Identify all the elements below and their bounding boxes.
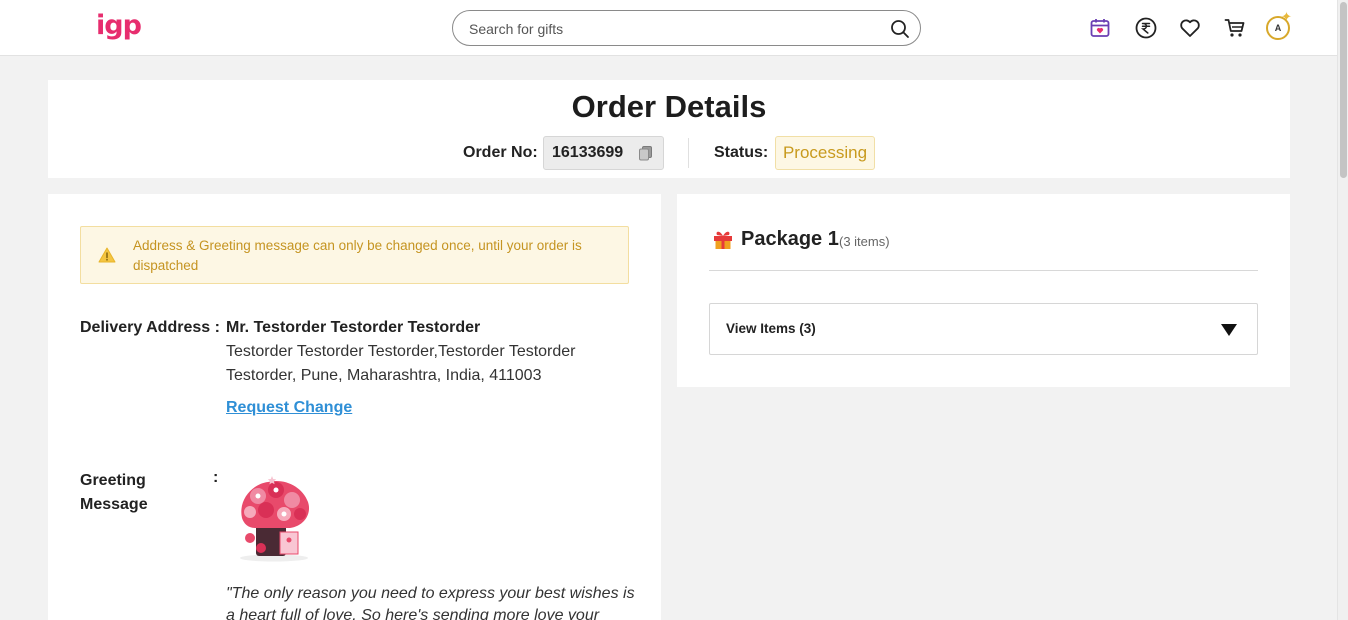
request-change-link[interactable]: Request Change [226,399,352,417]
status-badge: Processing [775,136,875,170]
page-title: Order Details [571,89,767,124]
bouquet-image [234,474,316,569]
cart-icon[interactable] [1223,16,1247,40]
rupee-icon[interactable] [1134,16,1158,40]
change-notice-banner: Address & Greeting message can only be c… [80,226,629,284]
top-navigation-bar: igp A ✦ [0,0,1337,56]
search-bar[interactable] [452,10,921,46]
recipient-name: Mr. Testorder Testorder Testorder [226,319,481,336]
greeting-message-label: Greeting Message [80,472,148,513]
package-item-count: (3 items) [839,234,890,249]
igp-logo[interactable]: igp [96,10,142,41]
greeting-message-text: "The only reason you need to express you… [226,585,635,620]
greeting-colon: : [213,469,219,486]
order-number-box: 16133699 [543,136,664,170]
order-summary-card: Order Details Order No: 16133699 Status:… [48,80,1290,178]
heart-icon[interactable] [1178,16,1202,40]
order-number-label: Order No: [463,144,538,161]
divider [688,138,689,168]
warning-icon [98,247,116,268]
package-card: Package 1 (3 items) View Items (3) [677,194,1290,387]
delivery-details-card: Address & Greeting message can only be c… [48,194,661,620]
scrollbar-thumb[interactable] [1340,2,1347,178]
copy-icon[interactable] [637,144,655,167]
page-scrollbar[interactable] [1337,0,1348,620]
sparkle-icon: ✦ [1281,9,1292,24]
view-items-label: View Items (3) [726,321,816,336]
gift-icon [712,228,734,255]
order-number-value: 16133699 [552,144,624,161]
package-title: Package 1 [741,228,839,250]
caret-down-icon[interactable] [1221,323,1237,341]
divider [709,270,1258,271]
notice-text: Address & Greeting message can only be c… [133,238,582,273]
status-label: Status: [714,144,769,161]
delivery-address-label: Delivery Address : [80,319,220,336]
calendar-heart-icon[interactable] [1088,16,1112,40]
view-items-accordion[interactable]: View Items (3) [709,303,1258,355]
delivery-address-text: Testorder Testorder Testorder,Testorder … [226,343,576,384]
search-input[interactable] [469,19,869,39]
search-icon[interactable] [890,19,910,44]
